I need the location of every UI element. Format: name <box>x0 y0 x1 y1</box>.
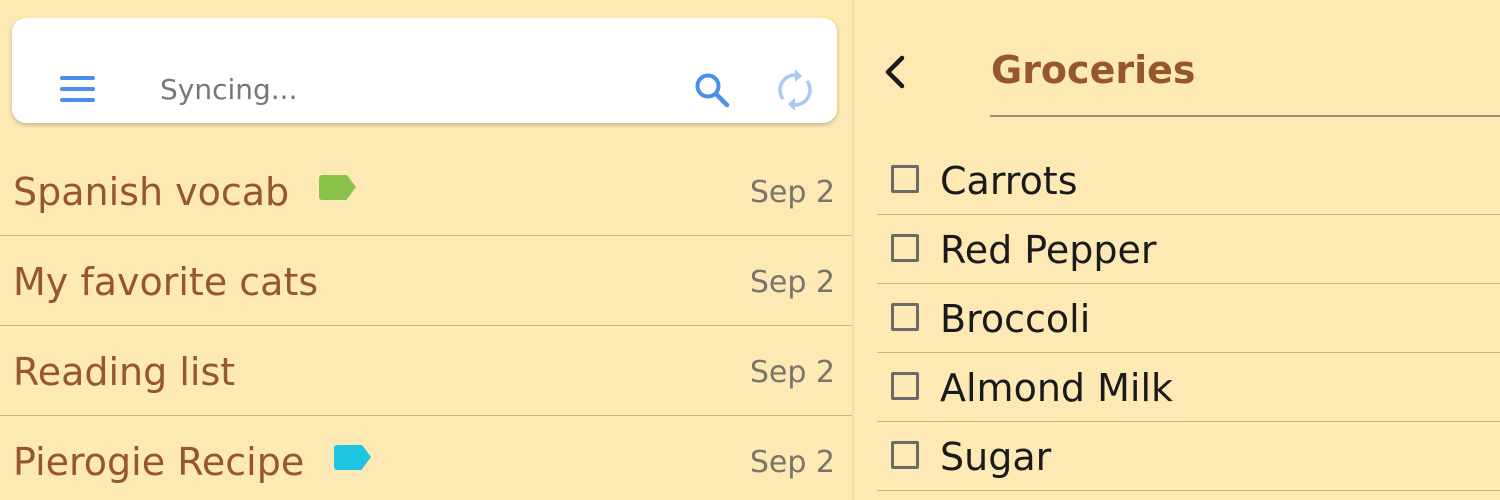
checklist-item-label[interactable]: Almond Milk <box>940 363 1173 413</box>
notes-app: Syncing... Spanish vocab Sep 2 My favori… <box>0 0 1500 500</box>
checklist-item: Red Pepper <box>877 215 1500 284</box>
note-date: Sep 2 <box>749 355 835 390</box>
tag-icon <box>319 175 357 200</box>
note-date: Sep 2 <box>749 175 835 210</box>
checklist-item: Broccoli <box>877 284 1500 353</box>
checklist-item-label[interactable]: Broccoli <box>940 294 1090 344</box>
note-item-pierogie-recipe[interactable]: Pierogie Recipe Sep 2 <box>0 416 852 500</box>
menu-icon[interactable] <box>60 76 96 102</box>
checkbox[interactable] <box>891 165 919 193</box>
checklist-item: Almond Milk <box>877 353 1500 422</box>
checkbox[interactable] <box>891 441 919 469</box>
note-title-field[interactable]: Groceries <box>991 42 1196 98</box>
note-detail-pane: Groceries Carrots Red Pepper Broccoli Al… <box>854 0 1500 500</box>
note-date: Sep 2 <box>749 445 835 480</box>
search-icon[interactable] <box>692 70 732 110</box>
sync-status-text[interactable]: Syncing... <box>160 70 297 110</box>
checklist-item-label[interactable]: Red Pepper <box>940 225 1156 275</box>
note-title: Pierogie Recipe <box>13 436 372 488</box>
note-list: Spanish vocab Sep 2 My favorite cats Sep… <box>0 146 852 500</box>
sync-icon[interactable] <box>774 69 816 111</box>
checkbox[interactable] <box>891 303 919 331</box>
checklist-item: Sugar <box>877 422 1500 491</box>
checklist: Carrots Red Pepper Broccoli Almond Milk … <box>877 146 1500 491</box>
search-bar: Syncing... <box>12 18 837 123</box>
chevron-left-icon[interactable] <box>882 50 914 94</box>
note-list-pane: Syncing... Spanish vocab Sep 2 My favori… <box>0 0 852 500</box>
checkbox[interactable] <box>891 372 919 400</box>
note-title: My favorite cats <box>13 260 319 304</box>
note-item-my-favorite-cats[interactable]: My favorite cats Sep 2 <box>0 236 852 326</box>
checklist-item-label[interactable]: Sugar <box>940 432 1051 482</box>
note-date: Sep 2 <box>749 265 835 300</box>
note-item-spanish-vocab[interactable]: Spanish vocab Sep 2 <box>0 146 852 236</box>
tag-icon <box>334 445 372 470</box>
note-item-reading-list[interactable]: Reading list Sep 2 <box>0 326 852 416</box>
checklist-item-label[interactable]: Carrots <box>940 156 1078 206</box>
note-title: Spanish vocab <box>13 166 357 218</box>
checkbox[interactable] <box>891 234 919 262</box>
checklist-item: Carrots <box>877 146 1500 215</box>
note-title: Reading list <box>13 350 236 394</box>
title-underline <box>990 115 1500 117</box>
